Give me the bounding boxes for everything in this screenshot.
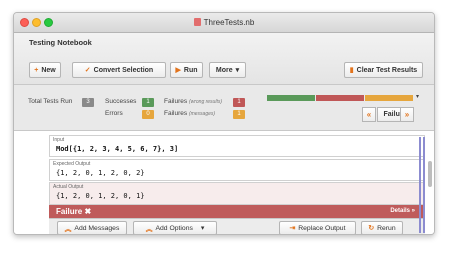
- previous-test-button[interactable]: «: [362, 107, 376, 122]
- notebook-file-icon: [193, 18, 201, 26]
- progress-failure-segment: [316, 95, 364, 101]
- actual-output-code: {1, 2, 0, 1, 2, 0, 1}: [56, 192, 145, 200]
- replace-arrow-icon: ⇥: [289, 225, 296, 232]
- total-tests-count: 3: [82, 98, 94, 107]
- window-title: ThreeTests.nb: [14, 18, 434, 27]
- app-window: ThreeTests.nb Testing Notebook + New ✓ Con…: [13, 12, 435, 235]
- expected-output-code[interactable]: {1, 2, 0, 1, 2, 0, 2}: [56, 169, 145, 177]
- input-label: Input: [53, 137, 65, 143]
- input-code[interactable]: Mod[{1, 2, 3, 4, 5, 6, 7}, 3]: [56, 145, 178, 153]
- errors-count: 0: [142, 110, 154, 119]
- failure-result-label: Failure ✖: [56, 207, 92, 216]
- failures-messages-label: Failures (messages): [164, 110, 216, 117]
- rerun-icon: ↻: [368, 225, 375, 232]
- failures-wrong-label: Failures (wrong results): [164, 98, 223, 105]
- double-chevron-up-icon: ︽: [145, 226, 153, 233]
- errors-label: Errors: [105, 110, 123, 117]
- next-test-button[interactable]: »: [400, 107, 414, 122]
- progress-message-segment: [365, 95, 413, 101]
- expected-output-label: Expected Output: [53, 161, 91, 167]
- add-messages-button[interactable]: ︽ Add Messages: [57, 221, 127, 234]
- vertical-scrollbar[interactable]: [428, 161, 432, 187]
- checkmark-icon: ✓: [84, 67, 91, 74]
- toolbar: Testing Notebook + New ✓ Convert Selection…: [14, 33, 434, 85]
- play-icon: ▶: [175, 67, 181, 74]
- convert-selection-button[interactable]: ✓ Convert Selection: [72, 62, 166, 78]
- chevron-down-icon: ▾: [235, 67, 240, 74]
- group-cell-bracket[interactable]: [423, 137, 425, 233]
- cell-bracket[interactable]: [419, 137, 421, 233]
- failures-wrong-count: 1: [233, 98, 245, 107]
- input-cell[interactable]: Input Mod[{1, 2, 3, 4, 5, 6, 7}, 3]: [49, 135, 425, 157]
- expected-output-cell[interactable]: Expected Output {1, 2, 0, 1, 2, 0, 2}: [49, 159, 425, 181]
- more-menu-button[interactable]: More ▾: [209, 62, 246, 78]
- double-chevron-up-icon: ︽: [64, 226, 72, 233]
- title-bar: ThreeTests.nb: [14, 13, 434, 33]
- actual-output-label: Actual Output: [53, 184, 84, 190]
- progress-success-segment: [267, 95, 315, 101]
- new-button[interactable]: + New: [29, 62, 61, 78]
- total-tests-label: Total Tests Run: [28, 98, 73, 105]
- rerun-button[interactable]: ↻ Rerun: [361, 221, 403, 234]
- actual-output-cell: Actual Output {1, 2, 0, 1, 2, 0, 1}: [49, 182, 425, 205]
- add-options-button[interactable]: ︽ Add Options ▾: [133, 221, 217, 234]
- run-button[interactable]: ▶ Run: [170, 62, 203, 78]
- clear-test-results-button[interactable]: ▮ Clear Test Results: [344, 62, 423, 78]
- plus-icon: +: [34, 66, 39, 74]
- failures-messages-count: 1: [233, 110, 245, 119]
- details-link[interactable]: Details »: [390, 208, 415, 214]
- trash-icon: ▮: [349, 67, 354, 74]
- failure-result-bar: Failure ✖ Details »: [49, 205, 425, 218]
- notebook-content: Input Mod[{1, 2, 3, 4, 5, 6, 7}, 3] Expe…: [14, 131, 434, 234]
- successes-count: 1: [142, 98, 154, 107]
- test-actions-bar: ︽ Add Messages ︽ Add Options ▾ ⇥ Replace Out…: [49, 218, 425, 234]
- successes-label: Successes: [105, 98, 137, 105]
- replace-output-button[interactable]: ⇥ Replace Output: [279, 221, 356, 234]
- progress-menu-chevron-icon[interactable]: ▾: [416, 93, 419, 100]
- chevron-down-icon: ▾: [200, 225, 205, 232]
- test-summary-panel: Total Tests Run 3 Successes 1 Errors 0 F…: [14, 85, 434, 131]
- notebook-title: Testing Notebook: [29, 38, 92, 47]
- x-icon: ✖: [84, 207, 92, 216]
